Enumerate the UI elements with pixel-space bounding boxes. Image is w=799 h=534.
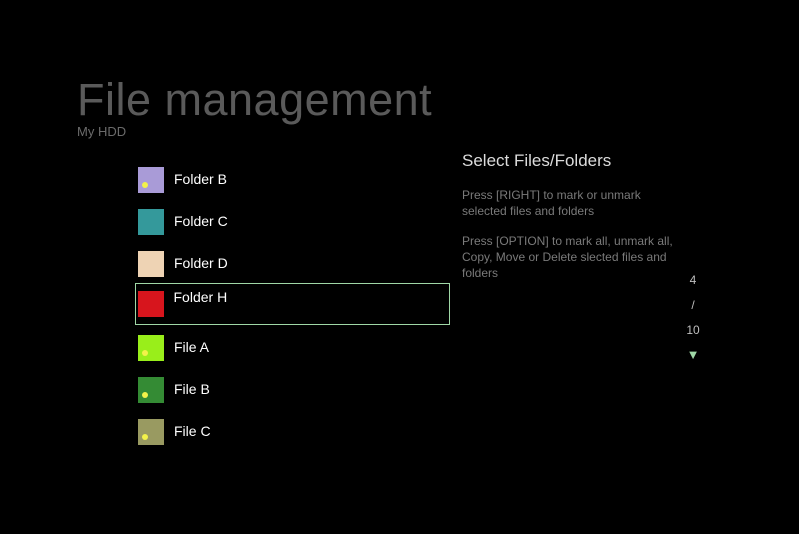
list-item[interactable]: Folder B bbox=[135, 157, 450, 199]
marked-dot-icon bbox=[142, 350, 148, 356]
location-subtitle: My HDD bbox=[77, 124, 127, 139]
folder-icon bbox=[137, 291, 164, 317]
file-icon bbox=[138, 377, 164, 403]
list-item-label: File B bbox=[174, 381, 210, 397]
help-text-option: Press [OPTION] to mark all, unmark all, … bbox=[462, 234, 673, 280]
list-item-label: Folder H bbox=[173, 289, 228, 305]
marked-dot-icon bbox=[142, 182, 148, 188]
list-item[interactable]: Folder D bbox=[135, 241, 450, 283]
list-item-label: Folder D bbox=[174, 255, 228, 271]
help-panel: Select Files/Folders Press [RIGHT] to ma… bbox=[462, 150, 682, 295]
marked-dot-icon bbox=[142, 392, 148, 398]
list-item[interactable]: File C bbox=[135, 409, 450, 451]
file-icon bbox=[138, 419, 164, 445]
list-item-label: File A bbox=[174, 339, 210, 355]
page-indicator: 4 / 10 ▼ bbox=[678, 270, 708, 370]
file-list: Folder B Folder C Folder D Folder H File… bbox=[135, 157, 450, 451]
help-title: Select Files/Folders bbox=[462, 151, 612, 170]
down-arrow-icon[interactable]: ▼ bbox=[678, 345, 708, 370]
page-title: File management bbox=[77, 74, 433, 125]
list-item-label: File C bbox=[174, 423, 211, 439]
page-total: 10 bbox=[686, 323, 700, 337]
page-current: 4 bbox=[689, 273, 697, 287]
file-icon bbox=[138, 335, 164, 361]
list-item[interactable]: Folder C bbox=[135, 199, 450, 241]
page-separator: / bbox=[691, 298, 695, 312]
list-item[interactable]: File A bbox=[135, 325, 450, 367]
list-item-label: Folder C bbox=[174, 213, 228, 229]
folder-icon bbox=[138, 251, 164, 277]
marked-dot-icon bbox=[142, 434, 148, 440]
help-text-mark: Press [RIGHT] to mark or unmark selected… bbox=[462, 188, 641, 218]
list-item-label: Folder B bbox=[174, 171, 227, 187]
folder-icon bbox=[138, 209, 164, 235]
list-item[interactable]: File B bbox=[135, 367, 450, 409]
list-item-selected[interactable]: Folder H bbox=[135, 283, 450, 325]
folder-icon bbox=[138, 167, 164, 193]
